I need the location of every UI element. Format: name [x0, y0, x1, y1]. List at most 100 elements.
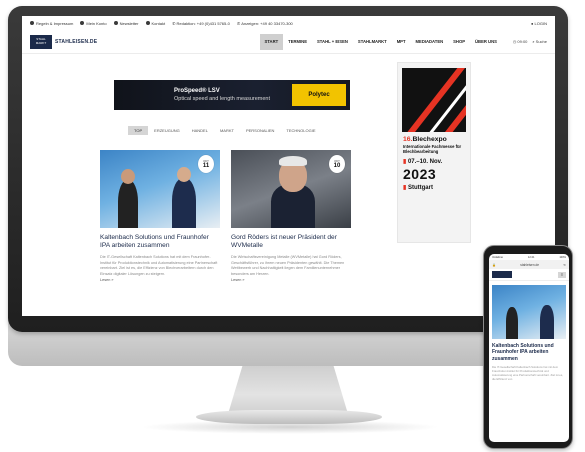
read-more-link[interactable]: Lesen »: [100, 278, 220, 282]
site-logo[interactable]: STAHL MARKT STAHLEISEN.DE: [30, 34, 98, 49]
logo-mark: STAHL MARKT: [30, 34, 52, 49]
main-nav: START TERMINE STAHL + EISEN STAHLMARKT M…: [259, 33, 502, 50]
phone-site-logo[interactable]: [492, 271, 512, 278]
ad-body: 16.Blechexpo Internationale Fachmesse fü…: [398, 132, 470, 191]
polytec-banner-ad[interactable]: ProSpeed® LSV Optical speed and length m…: [114, 80, 350, 110]
phone-battery: 100%: [559, 255, 566, 259]
article-photo[interactable]: OKT 10: [231, 150, 351, 228]
phone-article-title[interactable]: Kaltenbach Solutions und Fraunhofer IPA …: [492, 343, 566, 362]
banner-brand-logo: Polytec: [292, 84, 346, 106]
article-title[interactable]: Kaltenbach Solutions und Fraunhofer IPA …: [100, 234, 220, 250]
info-label: Mein Konto: [86, 20, 107, 26]
banner-subtitle: Optical speed and length measurement: [174, 96, 271, 102]
phone-url: stahleisen.de: [520, 262, 540, 267]
phone-address-bar[interactable]: 🔒 stahleisen.de ↻: [489, 260, 569, 269]
filter-personalien[interactable]: PERSONALIEN: [240, 126, 280, 135]
info-label: Redaktion: +49 (0)431 5765-0: [176, 20, 230, 26]
filter-handel[interactable]: HANDEL: [186, 126, 214, 135]
login-label: LOGIN: [534, 20, 547, 26]
read-more-link[interactable]: Lesen »: [231, 278, 351, 282]
ad-dates: ▮ 07.–10. Nov.: [403, 158, 465, 165]
imac-stand-neck: [228, 366, 348, 414]
ad-edition-name: Blechexpo: [412, 136, 447, 143]
nav-ueber-uns[interactable]: ÜBER UNS: [470, 34, 502, 50]
banner-text: ProSpeed® LSV Optical speed and length m…: [174, 88, 270, 102]
filter-erzeugung[interactable]: ERZEUGUNG: [148, 126, 186, 135]
nav-stahlmarkt[interactable]: STAHLMARKT: [353, 34, 392, 50]
article-excerpt: Die IT-Gesellschaft Kaltenbach Solutions…: [100, 255, 218, 276]
info-link-contact[interactable]: Kontakt: [145, 20, 166, 26]
top-info-bar: Regeln & Impressum Mein Konto Newsletter…: [22, 16, 555, 30]
info-phone-ads[interactable]: ✆ Anzeigen: +49 40 33470-300: [237, 21, 293, 26]
person-figure: [540, 305, 554, 339]
filter-top[interactable]: TOP: [128, 126, 149, 135]
filter-markt[interactable]: MARKT: [214, 126, 240, 135]
nav-mediadaten[interactable]: MEDIADATEN: [411, 34, 449, 50]
phone-article-excerpt: Die IT-Gesellschaft Kaltenbach Solutions…: [492, 364, 564, 382]
nav-stahl-eisen[interactable]: STAHL + EISEN: [312, 34, 353, 50]
mail-icon: [145, 21, 150, 25]
info-link-account[interactable]: Mein Konto: [80, 20, 107, 26]
phone-article-photo[interactable]: [492, 285, 566, 339]
nav-termine[interactable]: TERMINE: [283, 34, 312, 50]
info-label: Kontakt: [151, 20, 166, 26]
blechexpo-logo-graphic: [402, 68, 466, 132]
ad-year: 2023: [403, 165, 437, 182]
phone-carrier: Vodafone: [492, 255, 503, 259]
date-badge: OKT 11: [198, 155, 214, 173]
nav-start[interactable]: START: [259, 33, 284, 50]
article-photo[interactable]: OKT 11: [100, 150, 220, 228]
reload-icon[interactable]: ↻: [563, 263, 566, 267]
ad-city: ▮ Stuttgart: [403, 184, 465, 191]
main-column: ProSpeed® LSV Optical speed and length m…: [92, 54, 382, 316]
site-header: STAHL MARKT STAHLEISEN.DE START TERMINE …: [22, 30, 555, 54]
header-tools: ◷ 09:00 ⌕ Suche: [508, 39, 547, 44]
blechexpo-ad[interactable]: 16.Blechexpo Internationale Fachmesse fü…: [397, 62, 471, 243]
person-head: [121, 169, 135, 184]
person-figure: [118, 180, 138, 228]
info-phone-editorial[interactable]: ✆ Redaktion: +49 (0)431 5765-0: [172, 21, 230, 26]
imac-stand-foot: [196, 410, 382, 424]
info-label: Anzeigen: +49 40 33470-300: [241, 20, 293, 26]
nav-mpt[interactable]: MPT: [392, 34, 411, 50]
logo-line-2: MARKT: [35, 40, 47, 45]
ad-description: Internationale Fachmesse für Blechbearbe…: [403, 144, 462, 155]
ad-dates-text: 07.–10. Nov.: [407, 158, 443, 165]
date-badge: OKT 10: [329, 155, 345, 173]
person-hair: [279, 156, 307, 166]
info-link-newsletter[interactable]: Newsletter: [113, 20, 139, 26]
category-filter-tabs: TOP ERZEUGUNG HANDEL MARKT PERSONALIEN T…: [128, 126, 322, 135]
clock-icon: ◷: [512, 39, 517, 44]
filter-technologie[interactable]: TECHNOLOGIE: [280, 126, 321, 135]
nav-shop[interactable]: SHOP: [448, 34, 470, 50]
date-day: 11: [202, 163, 210, 169]
lock-icon: 🔒: [492, 262, 496, 267]
info-label: Regeln & Impressum: [36, 20, 74, 26]
page-content: ProSpeed® LSV Optical speed and length m…: [22, 54, 555, 316]
logo-text: STAHLEISEN.DE: [55, 38, 98, 45]
person-figure: [172, 178, 196, 228]
login-link[interactable]: ● LOGIN: [531, 21, 547, 26]
banner-title: ProSpeed® LSV: [174, 88, 220, 94]
circle-icon: [80, 21, 85, 25]
article-title[interactable]: Gord Röders ist neuer Präsident der WVMe…: [231, 234, 351, 250]
header-time: 09:00: [517, 39, 528, 44]
phone-site-header: ≡: [489, 269, 569, 281]
ad-city-text: Stuttgart: [407, 184, 433, 191]
circle-icon: [113, 21, 118, 25]
person-head: [177, 167, 191, 182]
ad-edition: 16.Blechexpo: [403, 136, 465, 143]
info-link-rules[interactable]: Regeln & Impressum: [30, 21, 73, 26]
search-link[interactable]: Suche: [536, 39, 547, 44]
date-day: 10: [333, 163, 341, 169]
article-card[interactable]: OKT 10 Gord Röders ist neuer Präsident d…: [231, 150, 351, 282]
search-icon[interactable]: ⌕: [532, 39, 534, 44]
info-label: Newsletter: [119, 20, 139, 26]
smartphone: Vodafone 12:41 100% 🔒 stahleisen.de ↻ ≡ …: [483, 245, 573, 449]
phone-time: 12:41: [527, 255, 535, 259]
sidebar: 16.Blechexpo Internationale Fachmesse fü…: [397, 62, 477, 243]
article-card[interactable]: OKT 11 Kaltenbach Solutions und Fraunhof…: [100, 150, 220, 282]
hamburger-menu-icon[interactable]: ≡: [558, 271, 566, 278]
circle-icon: [30, 21, 34, 25]
imac-screen: Regeln & Impressum Mein Konto Newsletter…: [22, 16, 555, 316]
